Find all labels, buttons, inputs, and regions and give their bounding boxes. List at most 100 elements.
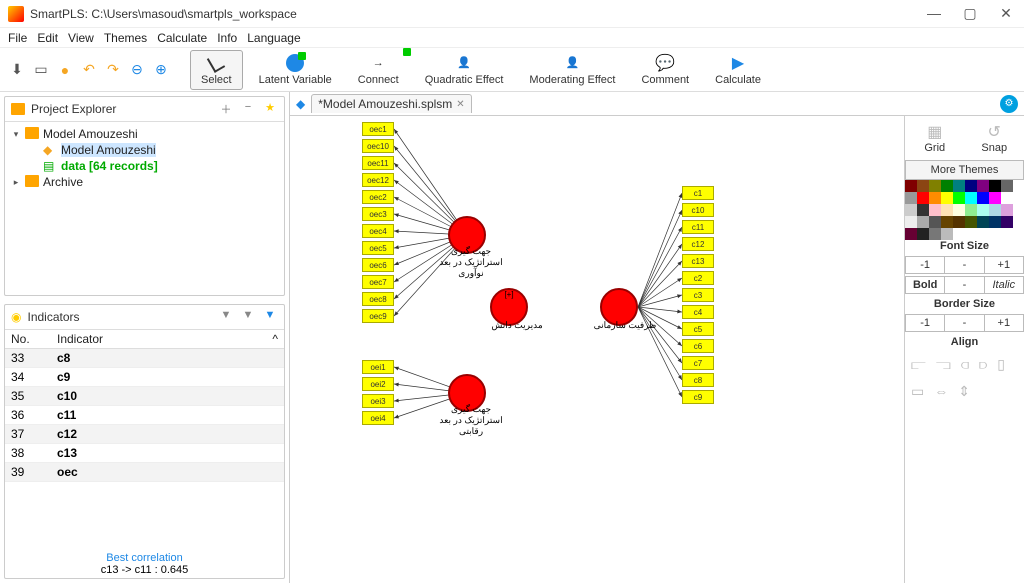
font-dash2[interactable]: - <box>945 277 984 293</box>
palette-swatch[interactable] <box>929 180 941 192</box>
indicator-oec1[interactable]: oec1 <box>362 122 394 136</box>
indicator-oec7[interactable]: oec7 <box>362 275 394 289</box>
indicator-c3[interactable]: c3 <box>682 288 714 302</box>
tree-row[interactable]: ▾Model Amouzeshi <box>11 126 278 142</box>
indicator-c4[interactable]: c4 <box>682 305 714 319</box>
model-canvas[interactable]: oec1oec10oec11oec12oec2oec3oec4oec5oec6o… <box>290 116 904 583</box>
border-minus1[interactable]: -1 <box>906 315 945 331</box>
palette-swatch[interactable] <box>941 204 953 216</box>
palette-swatch[interactable] <box>953 192 965 204</box>
palette-swatch[interactable] <box>977 180 989 192</box>
panel-remove-button[interactable]: − <box>240 101 256 117</box>
align-center-h-icon[interactable]: ⫎ <box>936 356 951 373</box>
quadratic-effect-button[interactable]: 👤 Quadratic Effect <box>415 50 514 90</box>
indicator-oei4[interactable]: oei4 <box>362 411 394 425</box>
menu-file[interactable]: File <box>8 31 27 45</box>
palette-swatch[interactable] <box>965 192 977 204</box>
palette-swatch[interactable] <box>1001 192 1013 204</box>
best-correlation-link[interactable]: Best correlation <box>5 552 284 564</box>
palette-swatch[interactable] <box>917 192 929 204</box>
indicator-oec2[interactable]: oec2 <box>362 190 394 204</box>
menu-themes[interactable]: Themes <box>104 31 147 45</box>
indicator-c5[interactable]: c5 <box>682 322 714 336</box>
table-row[interactable]: 36c11 <box>5 406 284 425</box>
palette-swatch[interactable] <box>989 180 1001 192</box>
palette-swatch[interactable] <box>965 204 977 216</box>
font-dash[interactable]: - <box>945 257 984 273</box>
node-icon[interactable]: ● <box>56 61 74 79</box>
palette-swatch[interactable] <box>929 216 941 228</box>
indicator-c10[interactable]: c10 <box>682 203 714 217</box>
align-right-icon[interactable]: ⫏ <box>961 356 969 373</box>
tree-row[interactable]: ◆Model Amouzeshi <box>11 142 278 158</box>
table-row[interactable]: 39oec <box>5 463 284 482</box>
indicator-oec3[interactable]: oec3 <box>362 207 394 221</box>
filter2-icon[interactable]: ▼ <box>240 309 256 325</box>
panel-add-button[interactable]: ＋ <box>218 101 234 117</box>
palette-swatch[interactable] <box>953 216 965 228</box>
menu-edit[interactable]: Edit <box>37 31 58 45</box>
snap-toggle[interactable]: ↺ Snap <box>965 116 1024 160</box>
indicator-oec9[interactable]: oec9 <box>362 309 394 323</box>
menu-view[interactable]: View <box>68 31 94 45</box>
col-indicator[interactable]: Indicator <box>51 330 266 349</box>
tree-row[interactable]: ▸Archive <box>11 174 278 190</box>
indicator-c8[interactable]: c8 <box>682 373 714 387</box>
border-plus1[interactable]: +1 <box>985 315 1023 331</box>
indicator-c1[interactable]: c1 <box>682 186 714 200</box>
table-row[interactable]: 37c12 <box>5 425 284 444</box>
indicator-c6[interactable]: c6 <box>682 339 714 353</box>
new-project-icon[interactable]: ▭ <box>32 61 50 79</box>
align-bottom-icon[interactable]: ▭ <box>911 383 924 400</box>
palette-swatch[interactable] <box>977 192 989 204</box>
palette-swatch[interactable] <box>977 216 989 228</box>
select-tool-button[interactable]: Select <box>190 50 243 90</box>
filter3-icon[interactable]: ▼ <box>262 309 278 325</box>
palette-swatch[interactable] <box>941 192 953 204</box>
font-minus1[interactable]: -1 <box>906 257 945 273</box>
palette-swatch[interactable] <box>1001 204 1013 216</box>
tree-row[interactable]: ▤data [64 records] <box>11 158 278 174</box>
table-row[interactable]: 38c13 <box>5 444 284 463</box>
align-left-icon[interactable]: ⫍ <box>911 356 926 373</box>
latent-variable-button[interactable]: Latent Variable <box>249 50 342 90</box>
palette-swatch[interactable] <box>989 192 1001 204</box>
moderating-effect-button[interactable]: 👤 Moderating Effect <box>519 50 625 90</box>
palette-swatch[interactable] <box>941 216 953 228</box>
indicator-c7[interactable]: c7 <box>682 356 714 370</box>
align-top-icon[interactable]: ⫐ <box>979 356 987 373</box>
palette-swatch[interactable] <box>977 204 989 216</box>
indicator-oec4[interactable]: oec4 <box>362 224 394 238</box>
menu-info[interactable]: Info <box>217 31 237 45</box>
italic-button[interactable]: Italic <box>985 277 1023 293</box>
menu-calculate[interactable]: Calculate <box>157 31 207 45</box>
panel-fav-button[interactable]: ★ <box>262 101 278 117</box>
palette-swatch[interactable] <box>929 204 941 216</box>
palette-swatch[interactable] <box>965 216 977 228</box>
indicator-oei3[interactable]: oei3 <box>362 394 394 408</box>
bold-button[interactable]: Bold <box>906 277 945 293</box>
color-palette[interactable] <box>905 180 1024 236</box>
indicator-c11[interactable]: c11 <box>682 220 714 234</box>
distribute-v-icon[interactable]: ⇕ <box>958 383 970 400</box>
indicator-oei1[interactable]: oei1 <box>362 360 394 374</box>
border-dash[interactable]: - <box>945 315 984 331</box>
palette-swatch[interactable] <box>917 204 929 216</box>
indicator-oec12[interactable]: oec12 <box>362 173 394 187</box>
palette-swatch[interactable] <box>1001 180 1013 192</box>
indicators-table[interactable]: No. Indicator ^ 33c834c935c1036c1137c123… <box>5 330 284 550</box>
more-themes-button[interactable]: More Themes <box>905 160 1024 180</box>
indicator-oec5[interactable]: oec5 <box>362 241 394 255</box>
indicator-oec8[interactable]: oec8 <box>362 292 394 306</box>
indicator-oei2[interactable]: oei2 <box>362 377 394 391</box>
canvas-settings-button[interactable]: ⚙ <box>1000 95 1018 113</box>
palette-swatch[interactable] <box>917 180 929 192</box>
calculate-button[interactable]: ▶ Calculate <box>705 50 771 90</box>
tab-model[interactable]: *Model Amouzeshi.splsm ✕ <box>311 94 471 113</box>
palette-swatch[interactable] <box>989 216 1001 228</box>
undo-icon[interactable]: ↶ <box>80 61 98 79</box>
palette-swatch[interactable] <box>941 180 953 192</box>
indicator-oec10[interactable]: oec10 <box>362 139 394 153</box>
palette-swatch[interactable] <box>929 192 941 204</box>
project-tree[interactable]: ▾Model Amouzeshi◆Model Amouzeshi▤data [6… <box>5 122 284 295</box>
